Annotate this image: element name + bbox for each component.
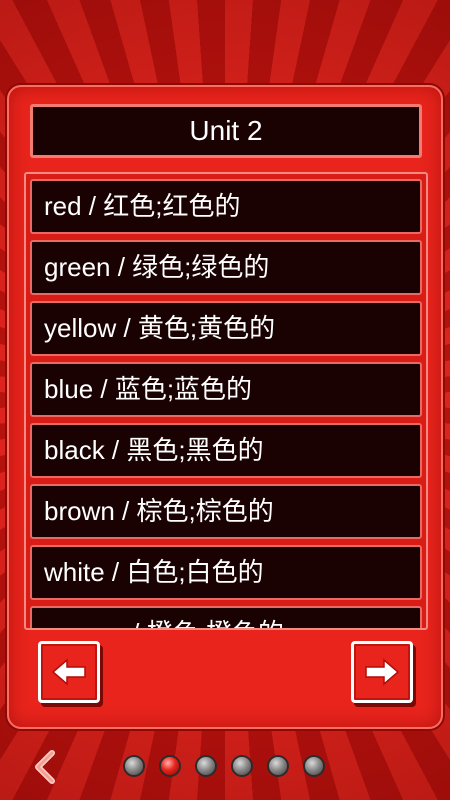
list-item[interactable]: black / 黑色;黑色的: [30, 423, 422, 478]
list-item[interactable]: green / 绿色;绿色的: [30, 240, 422, 295]
next-button[interactable]: [351, 641, 413, 703]
chevron-left-icon[interactable]: [32, 750, 58, 784]
list-item[interactable]: red / 红色;红色的: [30, 179, 422, 234]
list-item[interactable]: orange / 橙色;橙色的: [30, 606, 422, 628]
page-dot[interactable]: [197, 757, 215, 775]
page-dot-active[interactable]: [161, 757, 179, 775]
list-item[interactable]: brown / 棕色;棕色的: [30, 484, 422, 539]
main-panel: Unit 2 red / 红色;红色的 green / 绿色;绿色的 yello…: [7, 85, 443, 729]
page-dot[interactable]: [305, 757, 323, 775]
vocabulary-list[interactable]: red / 红色;红色的 green / 绿色;绿色的 yellow / 黄色;…: [24, 172, 428, 630]
list-item[interactable]: blue / 蓝色;蓝色的: [30, 362, 422, 417]
list-item[interactable]: white / 白色;白色的: [30, 545, 422, 600]
page-title: Unit 2: [30, 104, 422, 158]
page-dot[interactable]: [233, 757, 251, 775]
arrow-left-icon: [51, 658, 86, 686]
arrow-right-icon: [365, 658, 400, 686]
previous-button[interactable]: [38, 641, 100, 703]
page-dot[interactable]: [125, 757, 143, 775]
list-item[interactable]: yellow / 黄色;黄色的: [30, 301, 422, 356]
page-dot[interactable]: [269, 757, 287, 775]
page-indicator: [125, 757, 325, 777]
